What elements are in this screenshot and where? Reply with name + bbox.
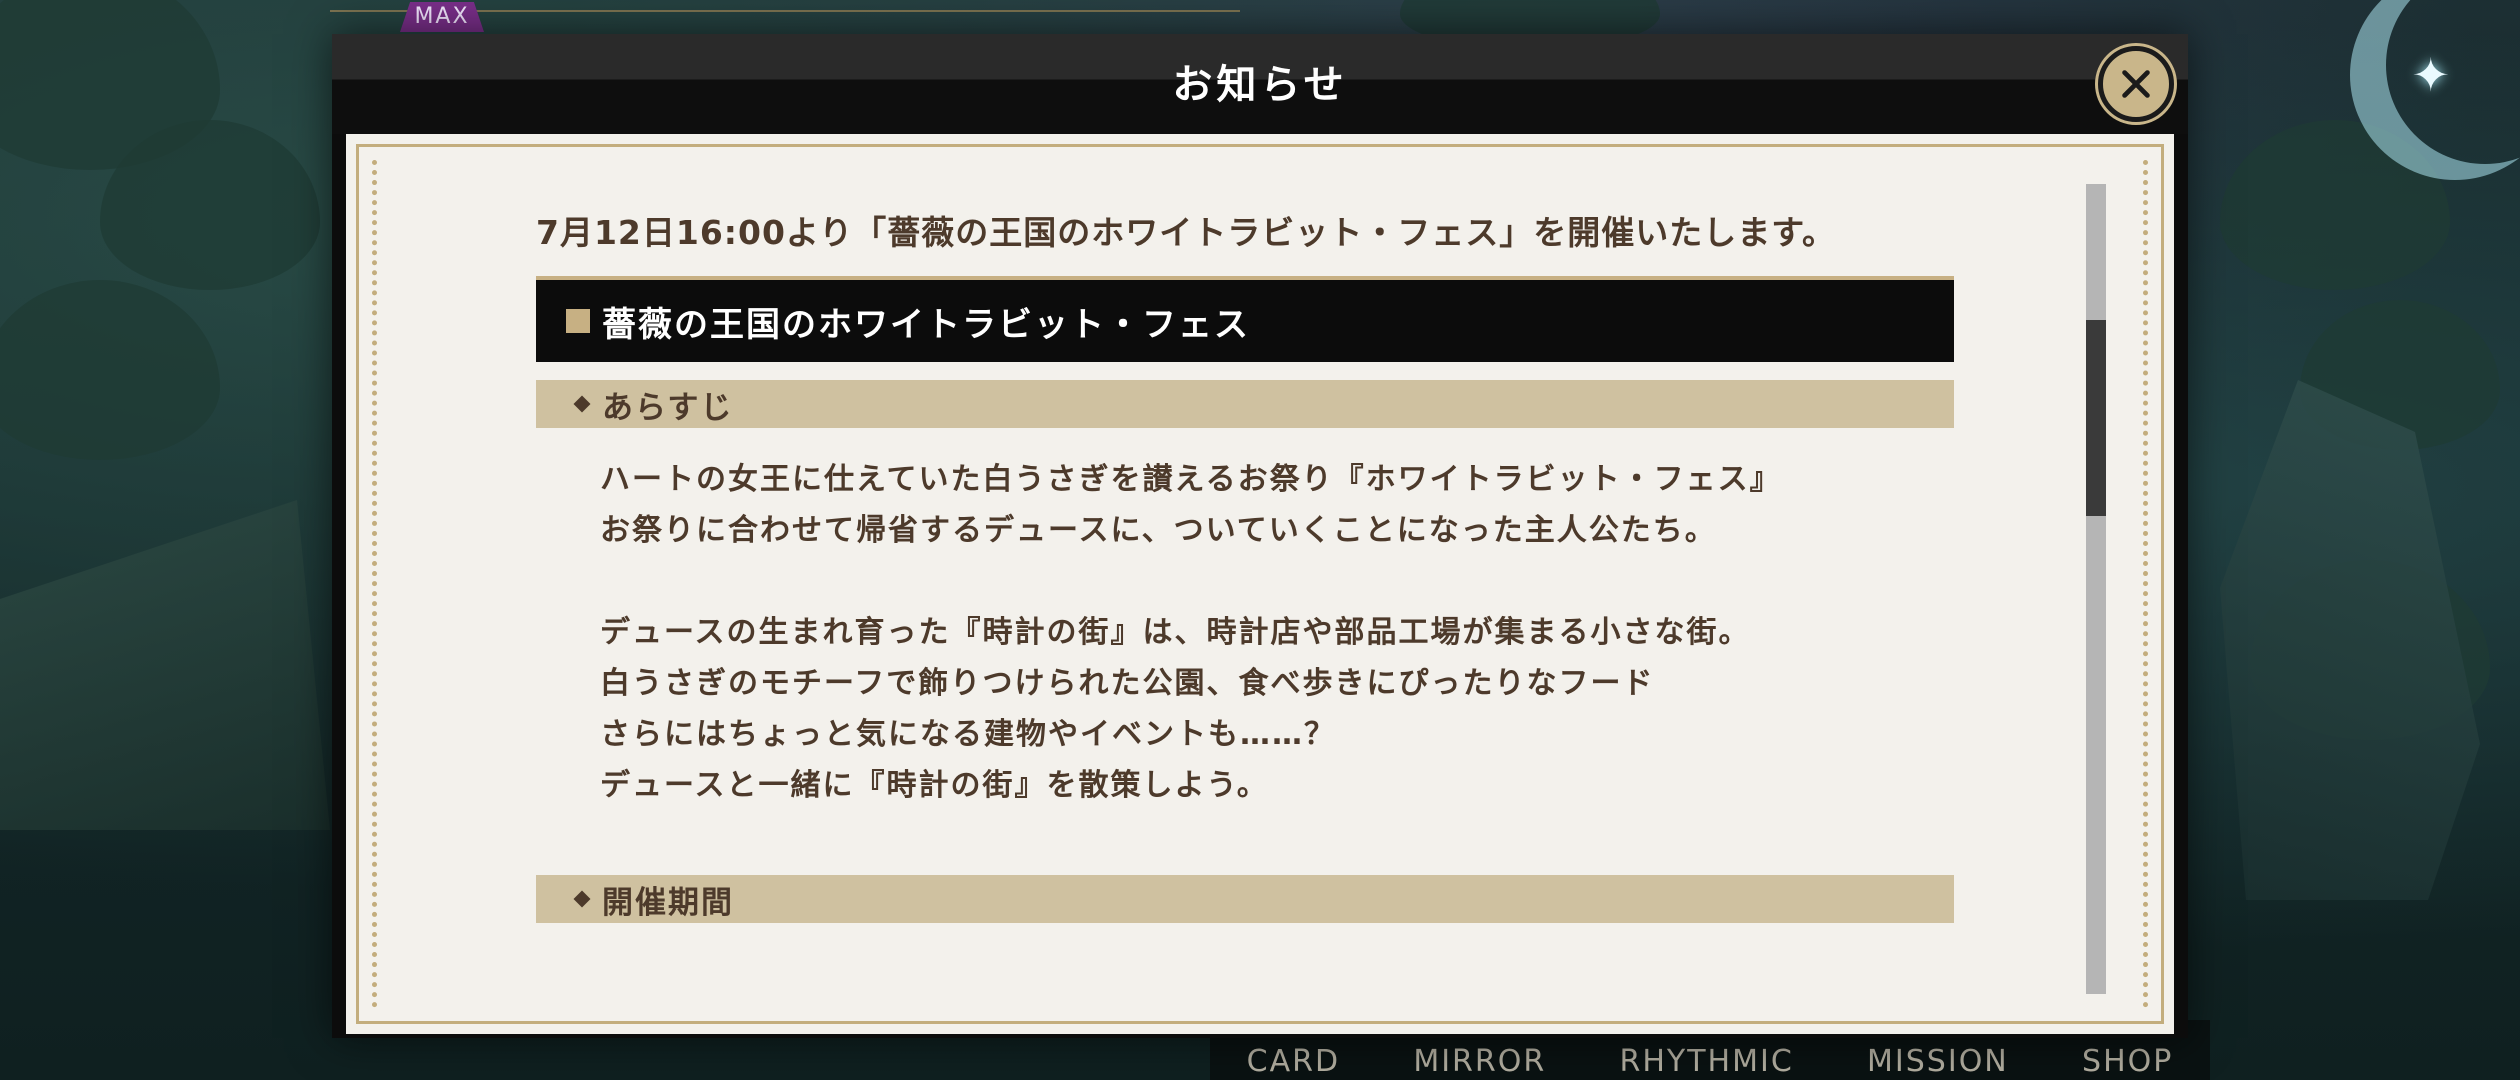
period-label: 開催期間 bbox=[602, 884, 734, 921]
max-badge: MAX bbox=[400, 2, 484, 32]
synopsis-line: デュースと一緒に『時計の街』を散策しよう。 bbox=[600, 768, 1269, 803]
synopsis-label: あらすじ bbox=[602, 389, 734, 426]
diamond-bullet-icon bbox=[573, 890, 591, 908]
event-title: 薔薇の王国のホワイトラビット・フェス bbox=[602, 304, 1250, 345]
diamond-bullet-icon bbox=[573, 395, 591, 413]
tent bbox=[0, 500, 330, 830]
sparkle-icon: ✦ bbox=[2411, 48, 2450, 102]
event-title-banner: 薔薇の王国のホワイトラビット・フェス bbox=[536, 276, 1954, 362]
synopsis-line: デュースの生まれ育った『時計の街』は、時計店や部品工場が集まる小さな街。 bbox=[600, 615, 1751, 650]
foliage bbox=[0, 280, 220, 460]
scrollbar-thumb[interactable] bbox=[2086, 320, 2106, 516]
rock bbox=[2220, 380, 2480, 900]
close-button[interactable] bbox=[2098, 46, 2174, 122]
dialog-title: お知らせ bbox=[1172, 62, 1348, 108]
square-bullet-icon bbox=[566, 309, 590, 333]
dialog-header: お知らせ bbox=[332, 34, 2188, 134]
notice-dialog: お知らせ 7月12日16:00より「薔薇の王国のホワイトラビット・フェス」を開催… bbox=[332, 34, 2188, 1038]
scrollbar[interactable] bbox=[2086, 184, 2106, 994]
period-header: 開催期間 bbox=[536, 875, 1954, 923]
synopsis-line: 白うさぎのモチーフで飾りつけられた公園、食べ歩きにぴったりなフード bbox=[600, 666, 1655, 701]
synopsis-line bbox=[600, 556, 1900, 607]
synopsis-line: お祭りに合わせて帰省するデュースに、ついていくことになった主人公たち。 bbox=[600, 513, 1717, 548]
synopsis-text: ハートの女王に仕えていた白うさぎを讃えるお祭り『ホワイトラビット・フェス』 お祭… bbox=[600, 454, 1900, 811]
synopsis-line: ハートの女王に仕えていた白うさぎを讃えるお祭り『ホワイトラビット・フェス』 bbox=[600, 462, 1782, 497]
notice-content-panel[interactable]: 7月12日16:00より「薔薇の王国のホワイトラビット・フェス」を開催いたします… bbox=[346, 134, 2174, 1034]
close-icon bbox=[2122, 70, 2150, 98]
intro-text: 7月12日16:00より「薔薇の王国のホワイトラビット・フェス」を開催いたします… bbox=[536, 213, 1836, 252]
synopsis-header: あらすじ bbox=[536, 380, 1954, 428]
synopsis-line: さらにはちょっと気になる建物やイベントも……？ bbox=[600, 717, 1336, 752]
